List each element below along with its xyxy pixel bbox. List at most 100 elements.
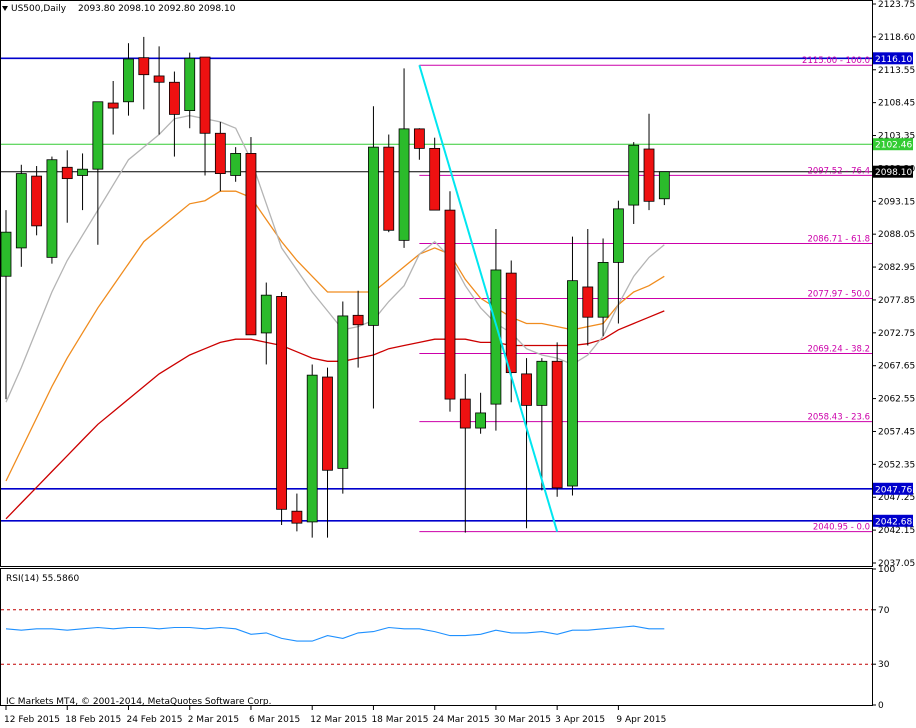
candle: [306, 364, 318, 538]
bear-candle-body: [107, 102, 119, 109]
candle: [444, 191, 456, 412]
price-tag: 2047.76: [873, 482, 913, 495]
price-tick-label: 2072.75: [878, 329, 915, 339]
bear-candle-body: [582, 286, 594, 318]
rsi-tick-label: 0: [878, 701, 884, 711]
bear-candle-body: [153, 75, 165, 83]
price-tick-label: 2052.35: [878, 460, 915, 470]
price-tag-label: 2098.10: [875, 168, 912, 178]
time-tick-label: 12 Feb 2015: [4, 715, 60, 725]
bull-candle-body: [475, 412, 487, 429]
bear-candle-body: [505, 272, 517, 374]
ohlc-readout: 2093.80 2098.10 2092.80 2098.10: [78, 4, 236, 14]
price-tag: 2042.68: [873, 514, 913, 527]
bull-candle-body: [567, 280, 578, 487]
price-tag-label: 2116.10: [875, 55, 912, 65]
fib-level-label: 2086.71 - 61.8: [807, 234, 870, 244]
price-tag: 2098.10: [873, 165, 913, 178]
bull-candle-body: [123, 58, 134, 103]
bear-candle-body: [276, 296, 287, 510]
bull-candle-body: [597, 261, 609, 318]
chart-canvas: 2115.00 - 100.0 2097.52 - 76.4 2086.71 - 6…: [0, 0, 915, 725]
rsi-panel-frame: [0, 568, 873, 706]
candle: [46, 156, 58, 264]
bull-candle-body: [337, 315, 349, 469]
bear-candle-body: [352, 314, 364, 326]
bull-candle-body: [658, 171, 670, 200]
candle: [31, 166, 43, 236]
bull-candle-body: [398, 128, 410, 241]
bear-candle-body: [199, 56, 211, 134]
rsi-label: RSI(14) 55.5860: [6, 574, 80, 584]
price-tag-label: 2102.46: [875, 141, 912, 151]
time-tick-label: 9 Apr 2015: [616, 715, 666, 725]
bear-candle-body: [429, 147, 441, 211]
copyright-text: IC Markets MT4, © 2001-2014, MetaQuotes …: [6, 697, 272, 707]
bear-candle-body: [245, 153, 257, 336]
chart-symbol-title: US500,Daily: [11, 4, 67, 14]
bear-candle-body: [444, 209, 456, 400]
bull-candle-body: [184, 57, 196, 111]
time-tick-label: 18 Feb 2015: [65, 715, 121, 725]
bear-candle-body: [521, 373, 532, 406]
fib-level-label: 2097.52 - 76.4: [807, 166, 870, 176]
candle: [245, 137, 257, 336]
price-tick-label: 2118.60: [878, 33, 915, 43]
bull-candle-body: [230, 153, 242, 176]
time-tick-label: 30 Mar 2015: [494, 715, 551, 725]
price-tag-label: 2047.76: [875, 485, 912, 495]
candle: [383, 134, 395, 233]
bull-candle-body: [1, 231, 12, 277]
rsi-tick-label: 70: [878, 606, 890, 616]
bull-candle-body: [15, 173, 27, 249]
candle: [337, 301, 349, 494]
price-tick-label: 2077.85: [878, 296, 915, 306]
fib-level-label: 2077.97 - 50.0: [807, 289, 870, 299]
price-tick-label: 2062.55: [878, 395, 915, 405]
bear-candle-body: [169, 81, 180, 115]
dropdown-triangle-icon[interactable]: [2, 6, 8, 11]
candle: [551, 342, 563, 497]
rsi-tick-label: 100: [878, 565, 895, 575]
rsi-axis: 100 70 30 0: [872, 565, 895, 711]
price-tick-label: 2067.65: [878, 362, 915, 372]
time-tick-label: 6 Mar 2015: [249, 715, 300, 725]
bear-candle-body: [214, 132, 226, 174]
bear-candle-body: [551, 360, 563, 489]
bull-candle-body: [628, 144, 640, 206]
price-tick-label: 2088.05: [878, 230, 915, 240]
candle: [429, 137, 441, 211]
bull-candle-body: [260, 294, 272, 334]
bear-candle-body: [31, 175, 43, 227]
price-tick-label: 2123.75: [878, 0, 915, 10]
price-tick-label: 2042.15: [878, 526, 915, 536]
time-tick-label: 24 Mar 2015: [433, 715, 490, 725]
price-tag: 2116.10: [873, 52, 913, 65]
bull-candle-body: [46, 159, 58, 258]
bear-candle-body: [413, 128, 425, 149]
price-tick-label: 2108.45: [878, 99, 915, 109]
bear-candle-body: [291, 510, 303, 524]
bear-candle-body: [322, 376, 333, 471]
time-axis: 12 Feb 2015 18 Feb 2015 24 Feb 2015 2 Mar 2…: [4, 706, 666, 725]
rsi-tick-label: 30: [878, 660, 890, 670]
price-tick-label: 2093.15: [878, 197, 915, 207]
fib-level-label: 2115.00 - 100.0: [802, 56, 870, 66]
bear-candle-body: [643, 148, 655, 202]
bear-candle-body: [383, 146, 395, 231]
price-tick-label: 2057.45: [878, 427, 915, 437]
bull-candle-body: [77, 168, 88, 176]
time-tick-label: 18 Mar 2015: [371, 715, 428, 725]
bear-candle-body: [61, 166, 73, 180]
bull-candle-body: [613, 208, 624, 263]
price-tag-label: 2042.68: [875, 517, 912, 527]
bear-candle-body: [459, 398, 471, 429]
price-line-tags: 2116.10 2047.76 2042.68 2102.46 2098.10: [873, 52, 913, 527]
fib-level-label: 2040.95 - 0.0: [813, 523, 870, 533]
fib-level-label: 2069.24 - 38.2: [807, 344, 870, 354]
bull-candle-body: [368, 146, 379, 326]
bull-candle-body: [536, 360, 548, 406]
candle: [276, 292, 287, 526]
time-tick-label: 2 Mar 2015: [188, 715, 239, 725]
time-tick-label: 12 Mar 2015: [310, 715, 367, 725]
